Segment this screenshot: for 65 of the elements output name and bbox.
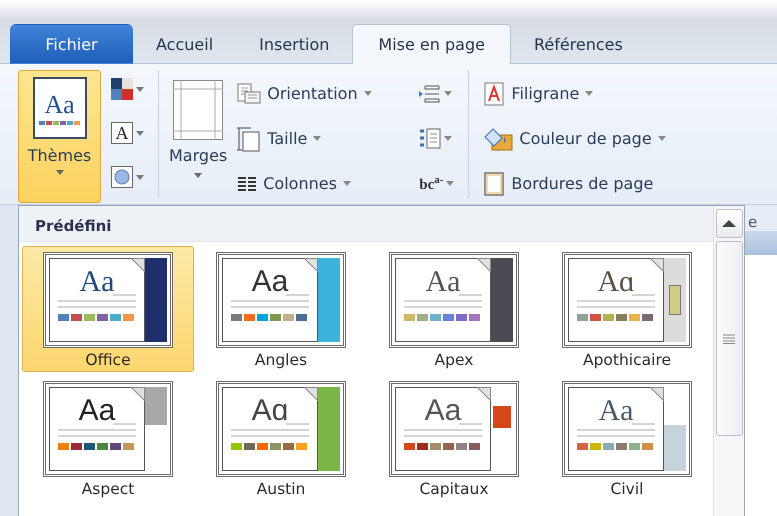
themes-button[interactable]: Aa Thèmes bbox=[18, 70, 101, 203]
caret-icon bbox=[136, 86, 144, 92]
theme-option[interactable]: Aa Apex bbox=[368, 246, 540, 372]
color-squares-icon bbox=[111, 78, 133, 100]
theme-option[interactable]: Aa Angles bbox=[195, 246, 367, 372]
ribbon-tab[interactable]: Mise en page bbox=[352, 24, 511, 64]
folded-corner-icon bbox=[650, 258, 664, 272]
font-sample: Aa bbox=[78, 267, 116, 297]
font-sample: Aa bbox=[78, 396, 116, 426]
caret-icon bbox=[136, 174, 144, 180]
hyphenation-button[interactable]: bc$^{a-}$ bbox=[417, 168, 456, 199]
ribbon-command[interactable]: Orientation bbox=[235, 78, 416, 109]
watermark-icon bbox=[483, 82, 506, 106]
ribbon-command[interactable]: Bordures de page bbox=[481, 168, 668, 199]
scroll-up-button[interactable] bbox=[716, 209, 742, 238]
folded-corner-icon bbox=[304, 258, 318, 272]
folded-corner-icon bbox=[477, 387, 491, 401]
font-sample: Aa bbox=[424, 267, 462, 297]
theme-page-icon: Aa bbox=[32, 77, 86, 139]
theme-option[interactable]: Aa Office bbox=[22, 246, 194, 372]
ribbon-command[interactable]: Filigrane bbox=[481, 78, 668, 109]
page-margins-icon bbox=[173, 80, 224, 140]
page-border-icon bbox=[483, 172, 506, 196]
caret-icon bbox=[444, 91, 452, 96]
file-tab[interactable]: Fichier bbox=[10, 24, 133, 64]
line-numbers-icon bbox=[419, 128, 442, 150]
folded-corner-icon bbox=[650, 387, 664, 401]
theme-option[interactable]: Aa Capitaux bbox=[368, 375, 540, 501]
caret-icon bbox=[194, 173, 202, 178]
font-sample: Aɑ bbox=[596, 267, 636, 297]
ribbon-command[interactable]: Couleur de page bbox=[481, 123, 668, 154]
folded-corner-icon bbox=[477, 258, 491, 272]
caret-icon bbox=[136, 130, 144, 136]
ribbon-tab[interactable]: Références bbox=[510, 24, 646, 64]
ruler-bar bbox=[744, 231, 777, 255]
columns-icon bbox=[237, 174, 258, 192]
folded-corner-icon bbox=[304, 387, 318, 401]
group-label: e bbox=[747, 212, 758, 231]
font-sample: Aɑ bbox=[250, 396, 290, 426]
caret-icon bbox=[446, 181, 454, 186]
page-size-icon bbox=[237, 126, 262, 152]
font-sample: Aa bbox=[598, 396, 634, 426]
theme-fonts-button[interactable]: A bbox=[109, 118, 146, 148]
caret-icon bbox=[56, 170, 64, 175]
scrollbar-thumb[interactable] bbox=[716, 241, 742, 436]
ribbon-tab[interactable]: Accueil bbox=[133, 24, 236, 64]
margins-button[interactable]: Marges bbox=[167, 70, 230, 188]
gallery-header: Prédéfini bbox=[19, 206, 713, 242]
grip-icon bbox=[723, 334, 735, 344]
font-sample: Aa bbox=[250, 267, 290, 297]
caret-icon bbox=[444, 136, 452, 141]
ribbon-command[interactable]: Taille bbox=[235, 123, 416, 154]
ribbon-command[interactable]: Colonnes bbox=[235, 168, 416, 199]
pages-icon bbox=[237, 82, 262, 104]
ribbon-tab[interactable]: Insertion bbox=[236, 24, 352, 64]
font-sample: Aa bbox=[424, 396, 462, 426]
theme-option[interactable]: Aɑ Apothicaire bbox=[541, 246, 713, 372]
theme-option[interactable]: Aɑ Austin bbox=[195, 375, 367, 501]
up-arrow-icon bbox=[722, 220, 736, 227]
folded-corner-icon bbox=[131, 387, 145, 401]
theme-option[interactable]: Aa Aspect bbox=[22, 375, 194, 501]
page-break-icon bbox=[419, 84, 442, 104]
paint-bucket-icon bbox=[483, 126, 514, 150]
theme-option[interactable]: Aa Civil bbox=[541, 375, 713, 501]
folded-corner-icon bbox=[131, 258, 145, 272]
